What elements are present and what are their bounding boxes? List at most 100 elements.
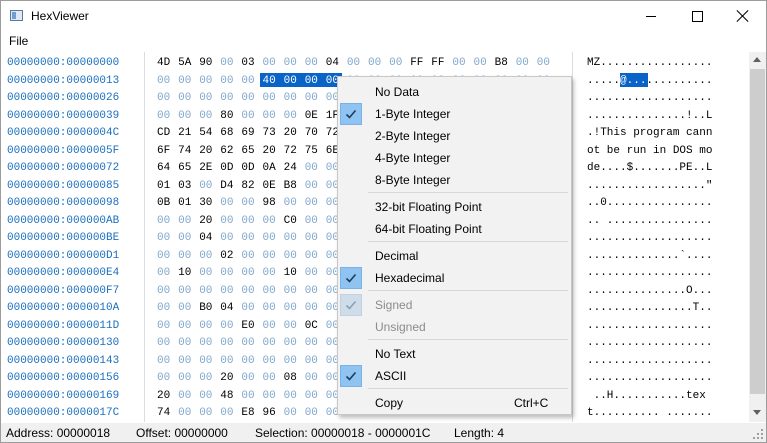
byte-cell[interactable]: E0 xyxy=(241,320,257,332)
byte-cell[interactable]: B0 xyxy=(199,302,215,314)
byte-cell[interactable]: 03 xyxy=(178,180,194,192)
byte-cell[interactable]: 00 xyxy=(178,250,194,262)
byte-cell[interactable]: 68 xyxy=(220,127,236,139)
byte-cell[interactable]: 75 xyxy=(305,145,321,157)
byte-cell[interactable]: 20 xyxy=(220,372,236,384)
byte-cell[interactable]: 00 xyxy=(305,390,321,402)
menu-item-copy[interactable]: Copy Ctrl+C xyxy=(338,392,571,414)
byte-cell[interactable]: 24 xyxy=(284,162,300,174)
byte-cell[interactable]: 00 xyxy=(452,57,468,69)
byte-cell[interactable]: 00 xyxy=(284,250,300,262)
byte-cell[interactable]: 00 xyxy=(263,57,279,69)
byte-cell[interactable]: 72 xyxy=(284,145,300,157)
byte-cell[interactable]: 65 xyxy=(241,145,257,157)
byte-cell[interactable]: 00 xyxy=(263,302,279,314)
byte-cell[interactable]: 20 xyxy=(199,145,215,157)
byte-cell[interactable]: 00 xyxy=(389,57,405,69)
byte-cell[interactable]: 0E xyxy=(263,180,279,192)
byte-cell[interactable]: 00 xyxy=(220,197,236,209)
byte-cell[interactable]: 48 xyxy=(220,390,236,402)
byte-cell[interactable]: 00 xyxy=(263,337,279,349)
byte-cell[interactable]: 00 xyxy=(305,302,321,314)
byte-cell[interactable]: 20 xyxy=(199,215,215,227)
menu-item-no-data[interactable]: No Data xyxy=(338,81,571,103)
byte-cell[interactable]: 10 xyxy=(284,267,300,279)
scrollbar-thumb[interactable] xyxy=(750,69,765,394)
byte-cell[interactable]: B8 xyxy=(284,180,300,192)
byte-cell[interactable]: E8 xyxy=(241,407,257,419)
byte-cell[interactable]: 96 xyxy=(263,407,279,419)
byte-cell[interactable]: 00 xyxy=(305,285,321,297)
menu-item-64-bit-floating-point[interactable]: 64-bit Floating Point xyxy=(338,218,571,240)
byte-cell[interactable]: 00 xyxy=(178,110,194,122)
byte-cell[interactable]: 01 xyxy=(178,197,194,209)
byte-cell[interactable]: 65 xyxy=(178,162,194,174)
byte-cell[interactable]: 0B xyxy=(157,197,173,209)
byte-cell[interactable]: 00 xyxy=(241,110,257,122)
byte-cell[interactable]: 00 xyxy=(305,92,321,104)
menu-item-hexadecimal[interactable]: Hexadecimal xyxy=(338,267,571,289)
byte-cell[interactable]: 00 xyxy=(474,57,490,69)
menu-item-decimal[interactable]: Decimal xyxy=(338,245,571,267)
byte-cell[interactable]: 00 xyxy=(178,372,194,384)
byte-cell[interactable]: 00 xyxy=(178,92,194,104)
byte-cell[interactable]: 00 xyxy=(305,215,321,227)
byte-cell[interactable]: 00 xyxy=(178,285,194,297)
byte-cell[interactable]: 74 xyxy=(157,407,173,419)
byte-cell[interactable]: 21 xyxy=(178,127,194,139)
byte-cell[interactable]: 00 xyxy=(178,407,194,419)
byte-cell[interactable]: 4D xyxy=(157,57,173,69)
title-bar[interactable]: HexViewer xyxy=(1,1,766,31)
byte-cell[interactable]: 0D xyxy=(241,162,257,174)
hex-row[interactable]: 00000000:00000000 4D 5A 90 00 03 00 00 00 04 00 00 0… xyxy=(1,54,749,71)
byte-cell[interactable]: 08 xyxy=(284,372,300,384)
byte-cell[interactable]: 00 xyxy=(263,285,279,297)
byte-cell[interactable]: 00 xyxy=(305,355,321,367)
byte-cell[interactable]: 00 xyxy=(305,372,321,384)
byte-cell[interactable]: 10 xyxy=(178,267,194,279)
byte-cell[interactable]: 5A xyxy=(178,57,194,69)
hex-row[interactable]: 00000000:0000018F00000000000000000000000… xyxy=(1,422,749,423)
byte-cell[interactable]: 00 xyxy=(241,302,257,314)
byte-cell[interactable]: FF xyxy=(410,57,426,69)
byte-cell[interactable]: 70 xyxy=(305,127,321,139)
byte-cell[interactable]: 00 xyxy=(305,180,321,192)
byte-cell[interactable]: 00 xyxy=(220,285,236,297)
byte-cell[interactable]: 82 xyxy=(241,180,257,192)
byte-cell[interactable]: 0D xyxy=(220,162,236,174)
minimize-button[interactable] xyxy=(628,1,674,31)
byte-cell[interactable]: 00 xyxy=(263,320,279,332)
menu-item-2-byte-integer[interactable]: 2-Byte Integer xyxy=(338,125,571,147)
byte-cell[interactable]: 00 xyxy=(157,250,173,262)
byte-cell[interactable]: 00 xyxy=(284,110,300,122)
byte-cell[interactable]: 00 xyxy=(241,197,257,209)
byte-cell[interactable]: 00 xyxy=(284,285,300,297)
byte-cell[interactable]: 00 xyxy=(305,232,321,244)
menu-item-ascii[interactable]: ASCII xyxy=(338,365,571,387)
byte-cell[interactable]: 00 xyxy=(157,267,173,279)
byte-cell[interactable]: 00 xyxy=(199,250,215,262)
byte-cell[interactable]: 00 xyxy=(178,355,194,367)
byte-cell[interactable]: 00 xyxy=(157,92,173,104)
byte-cell[interactable]: 98 xyxy=(263,197,279,209)
byte-cell[interactable]: 00 xyxy=(284,197,300,209)
byte-cell[interactable]: 02 xyxy=(220,250,236,262)
byte-cell[interactable]: 00 xyxy=(537,57,553,69)
close-button[interactable] xyxy=(720,1,766,31)
byte-cell[interactable]: 00 xyxy=(220,355,236,367)
menu-item-8-byte-integer[interactable]: 8-Byte Integer xyxy=(338,169,571,191)
byte-cell[interactable]: 00 xyxy=(263,355,279,367)
byte-cell[interactable]: FF xyxy=(431,57,447,69)
byte-cell[interactable]: 00 xyxy=(284,407,300,419)
byte-cell[interactable]: 54 xyxy=(199,127,215,139)
byte-cell[interactable]: 00 xyxy=(178,390,194,402)
byte-cell[interactable]: 00 xyxy=(305,337,321,349)
byte-cell[interactable]: 2E xyxy=(199,162,215,174)
byte-cell[interactable]: 04 xyxy=(220,302,236,314)
byte-cell[interactable]: 00 xyxy=(157,215,173,227)
byte-cell[interactable]: 00 xyxy=(199,407,215,419)
byte-cell[interactable]: 80 xyxy=(220,110,236,122)
byte-cell[interactable]: 90 xyxy=(199,57,215,69)
byte-cell[interactable]: 00 xyxy=(220,232,236,244)
byte-cell[interactable]: 00 xyxy=(157,75,173,87)
